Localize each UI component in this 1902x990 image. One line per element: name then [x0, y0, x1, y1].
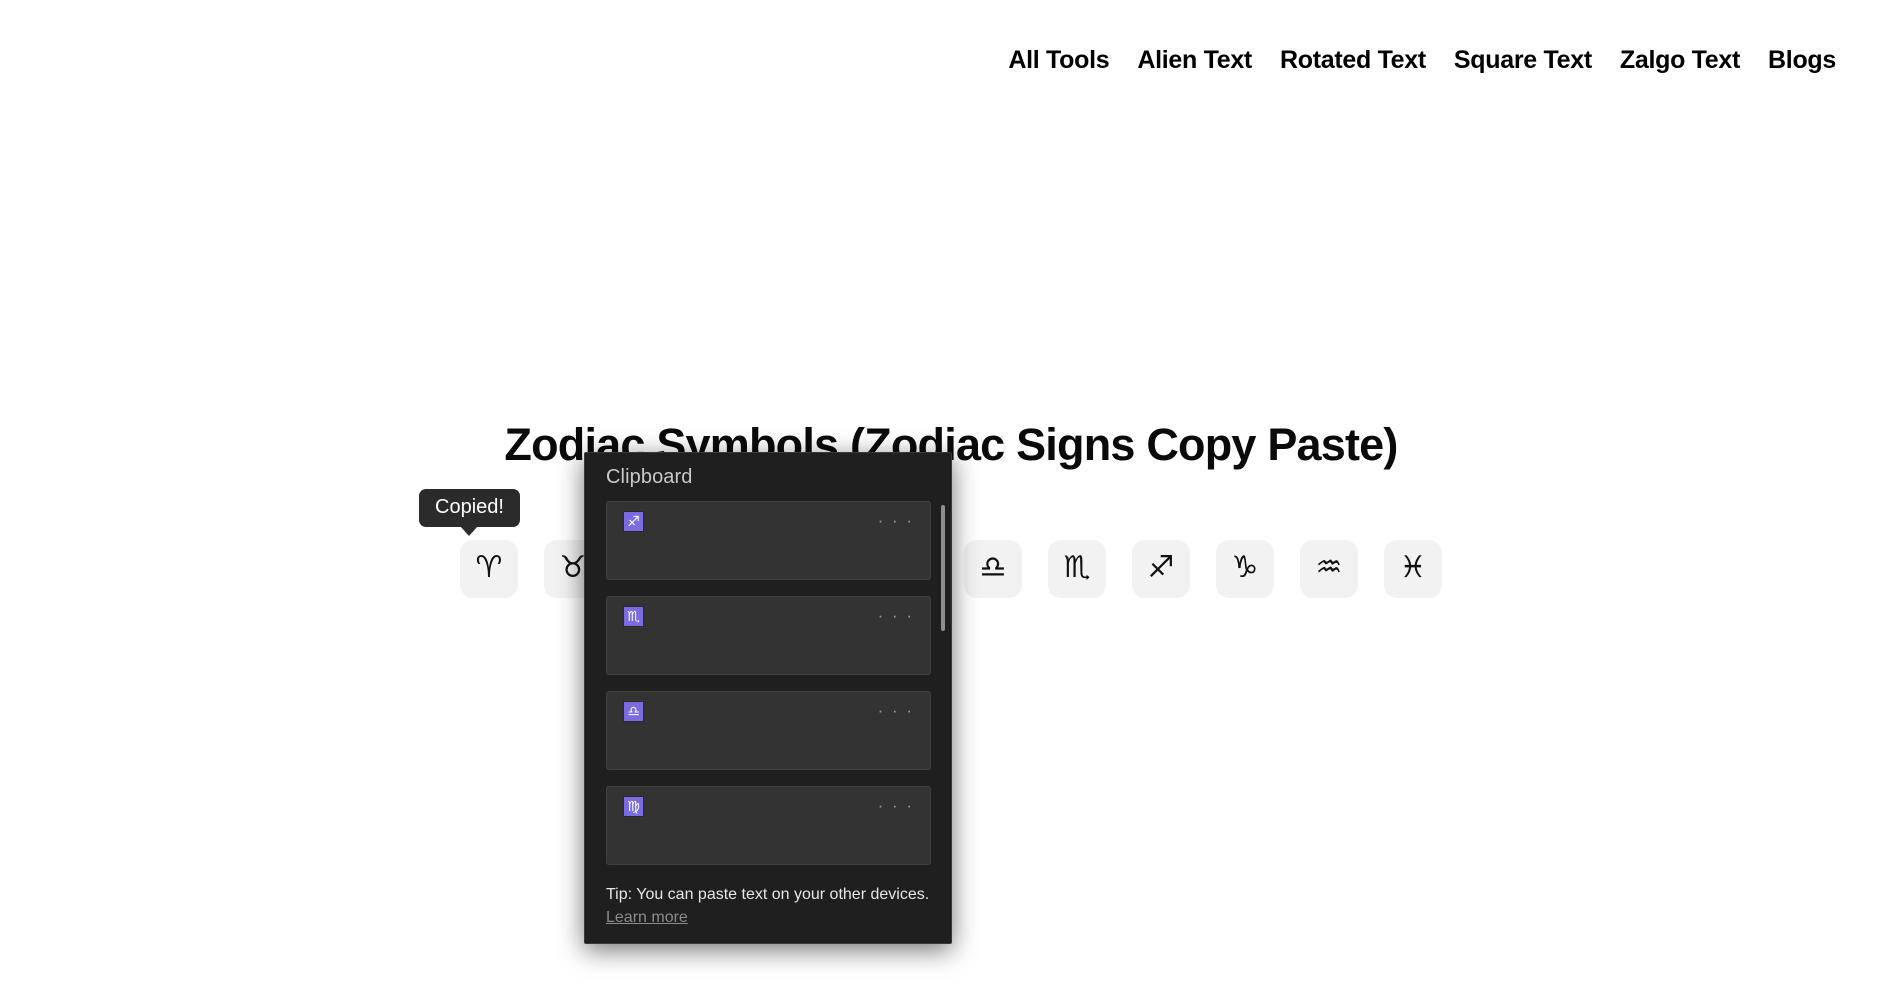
nav-item-blogs[interactable]: Blogs: [1754, 40, 1850, 81]
clipboard-history-panel: Clipboard ♐ · · · ♏ · · · ♎ · · · ♍ · · …: [584, 452, 952, 944]
virgo-glyph-icon: ♍: [623, 796, 644, 817]
copied-tooltip: Copied!: [419, 489, 520, 527]
clipboard-item[interactable]: ♎ · · ·: [606, 691, 931, 770]
symbol-button-aries[interactable]: ♈: [460, 540, 518, 598]
nav-item-alien-text[interactable]: Alien Text: [1123, 40, 1266, 81]
page-root: All Tools Alien Text Rotated Text Square…: [0, 0, 1902, 990]
nav-item-all-tools[interactable]: All Tools: [994, 40, 1123, 81]
clipboard-item-more-options-icon[interactable]: · · ·: [878, 702, 914, 719]
clipboard-item-more-options-icon[interactable]: · · ·: [878, 797, 914, 814]
clipboard-learn-more-link[interactable]: Learn more: [606, 909, 688, 927]
scorpio-glyph-icon: ♏: [623, 606, 644, 627]
sagittarius-glyph-icon: ♐: [623, 511, 644, 532]
clipboard-item-more-options-icon[interactable]: · · ·: [878, 607, 914, 624]
clipboard-panel-header: Clipboard: [585, 453, 951, 501]
clipboard-item[interactable]: ♍ · · ·: [606, 786, 931, 865]
symbol-button-scorpio[interactable]: ♏: [1048, 540, 1106, 598]
nav-item-rotated-text[interactable]: Rotated Text: [1266, 40, 1440, 81]
clipboard-item[interactable]: ♐ · · ·: [606, 501, 931, 580]
clipboard-scrollbar[interactable]: [941, 505, 945, 757]
symbol-button-aquarius[interactable]: ♒: [1300, 540, 1358, 598]
top-navigation: All Tools Alien Text Rotated Text Square…: [0, 0, 1902, 120]
nav-list: All Tools Alien Text Rotated Text Square…: [994, 40, 1850, 81]
symbol-button-capricorn[interactable]: ♑: [1216, 540, 1274, 598]
clipboard-tip-text: Tip: You can paste text on your other de…: [606, 886, 930, 903]
libra-glyph-icon: ♎: [623, 701, 644, 722]
nav-item-zalgo-text[interactable]: Zalgo Text: [1606, 40, 1754, 81]
clipboard-items-scroll-area[interactable]: ♐ · · · ♏ · · · ♎ · · · ♍ · · ·: [585, 501, 951, 879]
symbol-button-sagittarius[interactable]: ♐: [1132, 540, 1190, 598]
symbol-button-pisces[interactable]: ♓: [1384, 540, 1442, 598]
nav-item-square-text[interactable]: Square Text: [1440, 40, 1606, 81]
clipboard-item-more-options-icon[interactable]: · · ·: [878, 512, 914, 529]
clipboard-panel-footer: Tip: You can paste text on your other de…: [585, 879, 951, 943]
symbol-button-libra[interactable]: ♎: [964, 540, 1022, 598]
clipboard-panel-title: Clipboard: [606, 465, 693, 488]
clipboard-item[interactable]: ♏ · · ·: [606, 596, 931, 675]
clipboard-scrollbar-thumb[interactable]: [941, 505, 945, 631]
